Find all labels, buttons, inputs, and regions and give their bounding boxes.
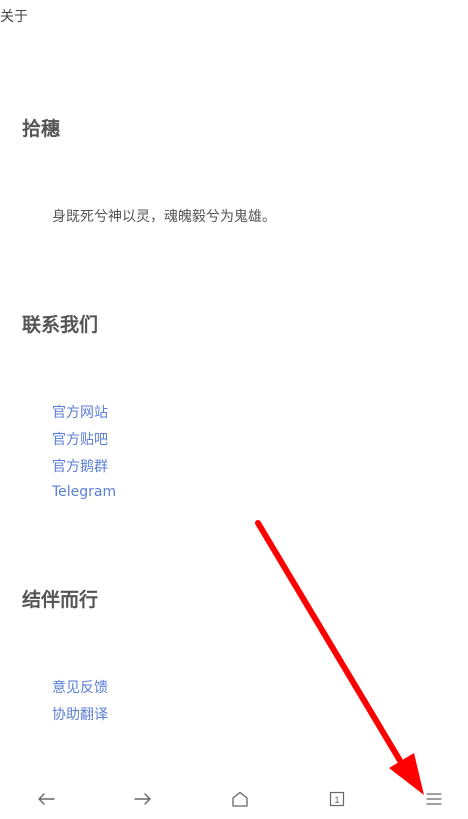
section-heading-together: 结伴而行 [22,589,99,611]
back-button[interactable] [26,779,66,819]
link-official-website[interactable]: 官方网站 [52,402,108,422]
link-help-translate[interactable]: 协助翻译 [52,704,108,724]
link-official-forum[interactable]: 官方贴吧 [52,429,108,449]
link-feedback[interactable]: 意见反馈 [52,677,108,697]
link-telegram[interactable]: Telegram [52,484,116,500]
menu-icon [426,793,442,805]
tabs-button[interactable]: 1 [317,779,357,819]
section-heading-contact: 联系我们 [22,314,99,336]
link-official-qq-group[interactable]: 官方鹅群 [52,456,108,476]
page-title: 关于 [0,9,28,25]
back-arrow-icon [38,793,55,805]
quote-text: 身既死兮神以灵，魂魄毅兮为鬼雄。 [52,209,276,225]
bottom-navigation-bar: 1 [0,779,468,819]
annotation-arrow-shaft [255,520,405,767]
section-heading-shisui: 拾穗 [22,118,61,140]
tab-count: 1 [334,795,339,805]
forward-arrow-icon [134,793,151,805]
menu-button[interactable] [414,779,454,819]
home-button[interactable] [220,779,260,819]
forward-button[interactable] [123,779,163,819]
home-icon [232,791,248,807]
tabs-icon: 1 [329,791,345,807]
